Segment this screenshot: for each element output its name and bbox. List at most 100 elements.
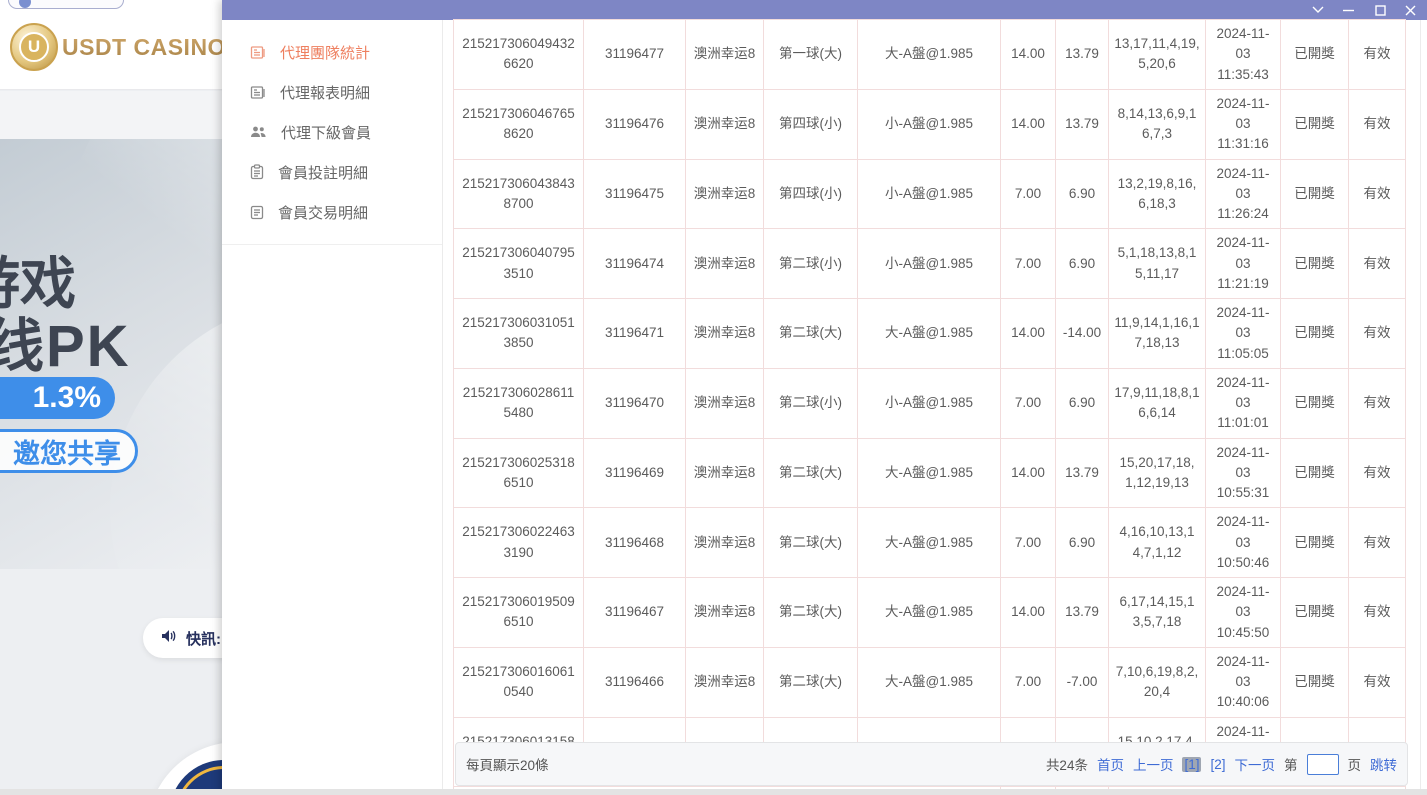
- cell-play: 小-A盤@1.985: [857, 88, 1001, 160]
- page-1-link[interactable]: [1]: [1182, 756, 1202, 772]
- cell-time: 2024-11-03 11:21:19: [1205, 228, 1281, 299]
- cell-play: 大-A盤@1.985: [857, 577, 1001, 648]
- sidebar-item-代理報表明細[interactable]: 代理報表明細: [222, 72, 442, 112]
- cell-time: 2024-11-03 10:50:46: [1205, 507, 1281, 578]
- cell-status: 已開獎: [1280, 646, 1349, 718]
- clipboard-icon: [250, 164, 264, 180]
- cell-member-id: 31196477: [583, 19, 686, 90]
- cell-valid: 有效: [1348, 228, 1406, 299]
- cell-member-id: 31196466: [583, 646, 686, 718]
- table-row: 2152173060467658620 31196476 澳洲幸运8 第四球(小…: [453, 88, 1406, 160]
- avatar: [19, 0, 31, 8]
- sidebar-item-會員投註明細[interactable]: 會員投註明細: [222, 152, 442, 192]
- cell-profit: 13.79: [1055, 88, 1109, 160]
- close-icon[interactable]: [1401, 2, 1419, 18]
- report-sidebar: 代理團隊統計 代理報表明細 代理下級會員 會員投註明細 會員交易明細: [222, 20, 443, 795]
- cell-time: 2024-11-03 11:31:16: [1205, 88, 1281, 160]
- cell-time: 2024-11-03 10:55:31: [1205, 437, 1281, 509]
- cell-position: 第二球(大): [763, 507, 858, 578]
- jump-button[interactable]: 跳转: [1370, 754, 1397, 774]
- cell-member-id: 31196475: [583, 158, 686, 230]
- cell-game: 澳洲幸运8: [685, 437, 764, 509]
- report-icon: [250, 85, 266, 100]
- users-icon: [250, 125, 267, 139]
- cell-order-id: 2152173060286115480: [453, 367, 584, 439]
- page-size-label: 每頁顯示20條: [466, 758, 549, 773]
- user-pill[interactable]: [8, 0, 124, 9]
- cell-order-id: 2152173060195096510: [453, 577, 584, 648]
- promo-banner[interactable]: 游戏 线PK 1.3% 邀您共享: [0, 139, 222, 569]
- maximize-button[interactable]: [1371, 2, 1389, 18]
- cell-order-id: 2152173060494326620: [453, 19, 584, 90]
- cell-game: 澳洲幸运8: [685, 298, 764, 369]
- cell-order-id: 2152173060407953510: [453, 228, 584, 299]
- cell-profit: 6.90: [1055, 507, 1109, 578]
- cell-profit: 6.90: [1055, 228, 1109, 299]
- cell-amount: 14.00: [1000, 437, 1056, 509]
- cell-order-id: 2152173060160610540: [453, 646, 584, 718]
- cell-time: 2024-11-03 11:05:05: [1205, 298, 1281, 369]
- cell-game: 澳洲幸运8: [685, 577, 764, 648]
- jump-suffix-label: 页: [1347, 758, 1362, 773]
- cell-position: 第二球(大): [763, 298, 858, 369]
- cell-game: 澳洲幸运8: [685, 228, 764, 299]
- table-row: 2152173060160610540 31196466 澳洲幸运8 第二球(大…: [453, 646, 1406, 718]
- cell-status: 已開獎: [1280, 158, 1349, 230]
- cell-play: 小-A盤@1.985: [857, 228, 1001, 299]
- brand-name[interactable]: USDT CASINO: [62, 34, 222, 61]
- next-page-link[interactable]: 下一页: [1235, 754, 1276, 774]
- header-substrip: [0, 91, 222, 139]
- cell-play: 小-A盤@1.985: [857, 367, 1001, 439]
- jump-prefix-label: 第: [1284, 758, 1298, 773]
- sidebar-item-代理團隊統計[interactable]: 代理團隊統計: [222, 32, 442, 72]
- site-header: U USDT CASINO: [0, 0, 222, 90]
- page-2-link[interactable]: [2]: [1210, 757, 1225, 772]
- cell-status: 已開獎: [1280, 507, 1349, 578]
- cell-valid: 有效: [1348, 646, 1406, 718]
- minimize-button[interactable]: [1339, 2, 1357, 18]
- cell-profit: 13.79: [1055, 577, 1109, 648]
- sidebar-item-會員交易明細[interactable]: 會員交易明細: [222, 192, 442, 232]
- cell-position: 第二球(大): [763, 577, 858, 648]
- cell-status: 已開獎: [1280, 367, 1349, 439]
- cell-play: 大-A盤@1.985: [857, 298, 1001, 369]
- banner-rate-badge: 1.3%: [0, 377, 115, 419]
- cell-amount: 14.00: [1000, 88, 1056, 160]
- sidebar-menu: 代理團隊統計 代理報表明細 代理下級會員 會員投註明細 會員交易明細: [222, 20, 442, 245]
- jump-page-input[interactable]: [1306, 753, 1339, 775]
- report-icon: [250, 45, 266, 60]
- cell-draw-numbers: 7,10,6,19,8,2,20,4: [1108, 646, 1206, 718]
- casino-logo-icon[interactable]: U: [10, 23, 58, 71]
- cell-game: 澳洲幸运8: [685, 88, 764, 160]
- banner-cta-pill[interactable]: 邀您共享: [0, 429, 138, 473]
- cell-profit: 13.79: [1055, 19, 1109, 90]
- sidebar-item-代理下級會員[interactable]: 代理下級會員: [222, 112, 442, 152]
- cell-valid: 有效: [1348, 298, 1406, 369]
- cell-amount: 7.00: [1000, 507, 1056, 578]
- cell-order-id: 2152173060224633190: [453, 507, 584, 578]
- cell-position: 第二球(小): [763, 367, 858, 439]
- prev-page-link[interactable]: 上一页: [1133, 754, 1174, 774]
- ticker-label: 快訊:: [186, 630, 221, 648]
- cell-valid: 有效: [1348, 437, 1406, 509]
- cell-valid: 有效: [1348, 577, 1406, 648]
- cell-profit: -14.00: [1055, 298, 1109, 369]
- cell-amount: 7.00: [1000, 228, 1056, 299]
- table-row: 2152173060438438700 31196475 澳洲幸运8 第四球(小…: [453, 158, 1406, 230]
- pagination-bar: 每頁顯示20條 共24条 首页 上一页 [1] [2] 下一页 第 页 跳转: [455, 742, 1408, 786]
- bottom-edge: [0, 789, 1427, 795]
- scrollbar-track[interactable]: [1420, 20, 1421, 795]
- chevron-down-icon[interactable]: [1309, 2, 1327, 18]
- screen: U USDT CASINO 游戏 线PK 1.3% 邀您共享 快訊:: [0, 0, 1427, 795]
- speaker-icon: [161, 629, 177, 647]
- cell-game: 澳洲幸运8: [685, 19, 764, 90]
- banner-title-line2: 线PK: [0, 314, 131, 379]
- cell-order-id: 2152173060253186510: [453, 437, 584, 509]
- cell-member-id: 31196467: [583, 577, 686, 648]
- window-titlebar[interactable]: [222, 0, 1427, 20]
- first-page-link[interactable]: 首页: [1097, 754, 1124, 774]
- cell-amount: 7.00: [1000, 158, 1056, 230]
- cell-member-id: 31196474: [583, 228, 686, 299]
- cell-play: 大-A盤@1.985: [857, 507, 1001, 578]
- cell-time: 2024-11-03 11:26:24: [1205, 158, 1281, 230]
